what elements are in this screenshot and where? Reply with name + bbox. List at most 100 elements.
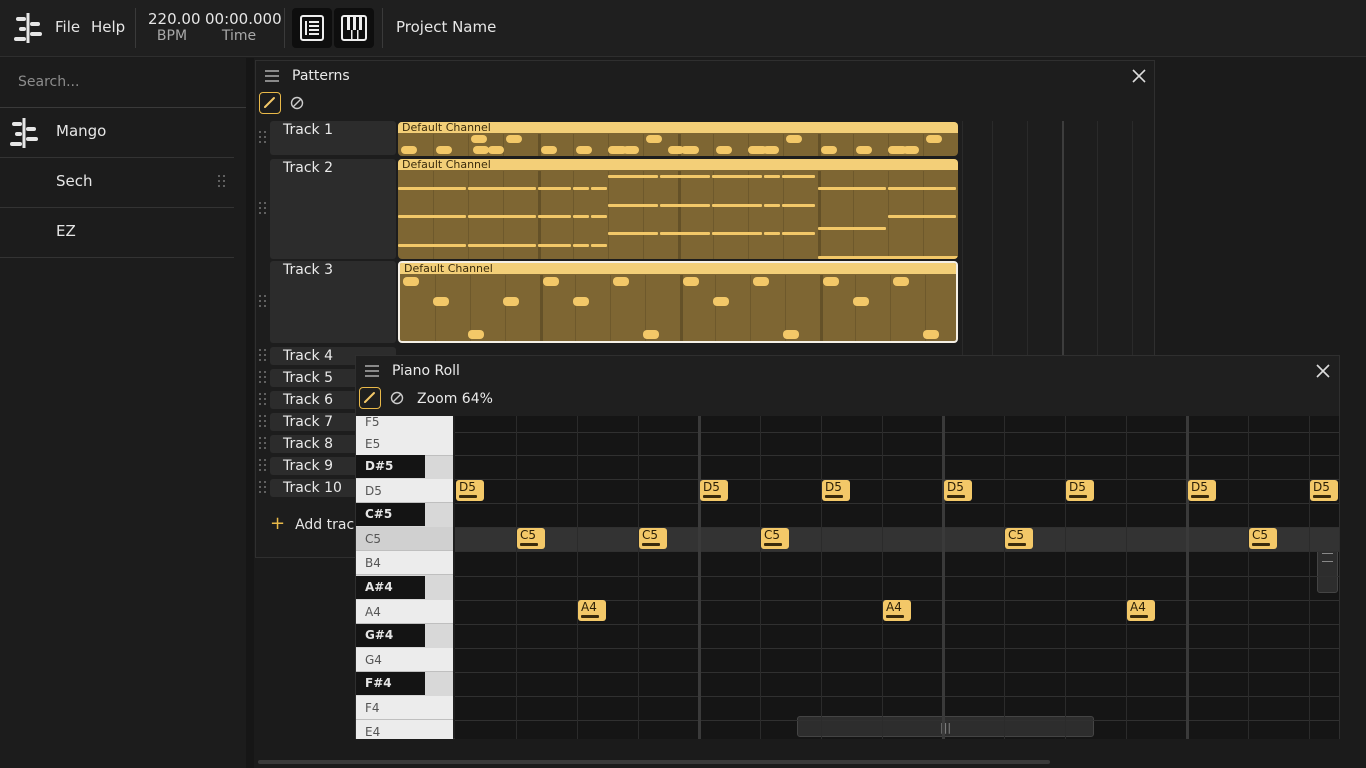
logo-icon xyxy=(10,118,38,148)
beat-line xyxy=(435,275,436,341)
drag-handle-icon[interactable] xyxy=(259,415,267,429)
velocity-bar xyxy=(642,543,660,546)
sidebar-item-sech[interactable]: Sech xyxy=(0,157,234,207)
patterns-window-button[interactable] xyxy=(292,8,332,48)
note-block xyxy=(753,277,769,286)
piano-key-white[interactable]: C5 xyxy=(356,527,453,551)
pencil-tool-button[interactable] xyxy=(259,92,281,114)
piano-key-black[interactable]: C#5 xyxy=(356,503,425,526)
piano-key-black[interactable]: F#4 xyxy=(356,672,425,695)
track-header[interactable]: Track 1 xyxy=(270,121,396,155)
note-block[interactable]: C5 xyxy=(1005,528,1033,549)
piano-key-black[interactable]: D#5 xyxy=(356,455,425,478)
search-input[interactable]: Search... xyxy=(18,74,79,90)
piano-key-white[interactable]: D5 xyxy=(356,479,453,503)
sidebar-item-mango[interactable]: Mango xyxy=(0,107,234,157)
drag-handle-icon[interactable] xyxy=(259,371,267,385)
beat-line xyxy=(853,134,854,156)
menu-help[interactable]: Help xyxy=(91,18,125,36)
note-block xyxy=(923,330,939,339)
add-track-button[interactable]: + Add track xyxy=(270,513,362,534)
piano-roll-grid[interactable]: ||| D5 D5 D5 D5 D5 D5 D5 C5 C5 C5 C5 C5 A4 A4 A4 xyxy=(455,416,1339,739)
note-block xyxy=(856,146,872,154)
highlighted-row xyxy=(455,527,1339,551)
erase-tool-icon[interactable] xyxy=(390,391,404,405)
sidebar-item-ez[interactable]: EZ xyxy=(0,207,234,257)
menu-icon[interactable] xyxy=(265,70,279,82)
grid-row-line xyxy=(455,551,1339,552)
note-line xyxy=(660,232,710,235)
erase-tool-icon[interactable] xyxy=(290,96,304,110)
piano-key-white[interactable]: F4 xyxy=(356,696,453,720)
time-value: 00:00.000 xyxy=(205,10,282,28)
note-block[interactable]: D5 xyxy=(944,480,972,501)
menu-icon[interactable] xyxy=(365,365,379,377)
piano-key-white[interactable]: E5 xyxy=(356,432,453,456)
note-block xyxy=(433,297,449,306)
note-block xyxy=(646,135,662,143)
pencil-icon xyxy=(264,97,275,108)
note-block[interactable]: A4 xyxy=(578,600,606,621)
pencil-icon xyxy=(364,392,375,403)
piano-key-white[interactable]: E4 xyxy=(356,720,453,739)
note-block xyxy=(748,146,764,154)
drag-handle-icon[interactable] xyxy=(259,349,267,363)
note-block xyxy=(888,146,904,154)
beat-line xyxy=(818,171,821,259)
drag-handle-icon[interactable] xyxy=(259,481,267,495)
note-line xyxy=(538,244,571,247)
time-label: Time xyxy=(221,28,257,44)
note-block[interactable]: C5 xyxy=(639,528,667,549)
logo-icon[interactable] xyxy=(14,13,42,43)
note-block[interactable]: D5 xyxy=(456,480,484,501)
time-display: 00:00.000 Time xyxy=(205,10,282,45)
pattern-clip[interactable]: Default Channel xyxy=(398,122,958,156)
drag-handle-icon[interactable] xyxy=(218,175,226,189)
drag-handle-icon[interactable] xyxy=(259,393,267,407)
drag-handle-icon[interactable] xyxy=(259,131,267,145)
piano-key-black[interactable]: G#4 xyxy=(356,624,425,647)
piano-key-black[interactable]: A#4 xyxy=(356,576,425,599)
pencil-tool-button[interactable] xyxy=(359,387,381,409)
note-block[interactable]: D5 xyxy=(1066,480,1094,501)
note-block[interactable]: D5 xyxy=(1310,480,1338,501)
close-icon[interactable] xyxy=(1132,69,1146,83)
note-block[interactable]: C5 xyxy=(517,528,545,549)
project-name[interactable]: Project Name xyxy=(396,18,496,36)
piano-key-white[interactable]: G4 xyxy=(356,648,453,672)
note-line xyxy=(398,244,466,247)
note-line xyxy=(591,244,607,247)
track-header[interactable]: Track 2 xyxy=(270,159,396,259)
grid-row-line xyxy=(455,527,1339,528)
menu-file[interactable]: File xyxy=(55,18,80,36)
note-block[interactable]: D5 xyxy=(1188,480,1216,501)
note-block xyxy=(903,146,919,154)
close-icon[interactable] xyxy=(1316,364,1330,378)
pattern-clip[interactable]: Default Channel xyxy=(398,261,958,343)
workspace-scrollbar[interactable] xyxy=(258,760,1050,764)
track-header[interactable]: Track 3 xyxy=(270,261,396,343)
drag-handle-icon[interactable] xyxy=(259,295,267,309)
bpm-display[interactable]: 220.00 BPM xyxy=(148,11,201,45)
note-block[interactable]: D5 xyxy=(822,480,850,501)
piano-key-white[interactable]: A4 xyxy=(356,600,453,624)
piano-keys-icon xyxy=(341,15,367,41)
note-line xyxy=(712,175,762,178)
drag-handle-icon[interactable] xyxy=(259,459,267,473)
beat-line xyxy=(468,134,469,156)
piano-key-white[interactable]: B4 xyxy=(356,551,453,575)
piano-roll-window-button[interactable] xyxy=(334,8,374,48)
pattern-clip[interactable]: Default Channel xyxy=(398,159,958,259)
note-block[interactable]: A4 xyxy=(883,600,911,621)
note-label: D5 xyxy=(1313,480,1330,494)
piano-keyboard[interactable]: F5 E5 D#5 D5 C#5 C5 B4 A#4 A4 G#4 G4 F#4 F4 E4 xyxy=(356,416,453,739)
note-block[interactable]: A4 xyxy=(1127,600,1155,621)
drag-handle-icon[interactable] xyxy=(259,437,267,451)
velocity-bar xyxy=(581,615,599,618)
drag-handle-icon[interactable] xyxy=(259,202,267,216)
note-block[interactable]: C5 xyxy=(761,528,789,549)
note-block[interactable]: D5 xyxy=(700,480,728,501)
note-block xyxy=(823,277,839,286)
velocity-bar xyxy=(886,615,904,618)
note-block[interactable]: C5 xyxy=(1249,528,1277,549)
